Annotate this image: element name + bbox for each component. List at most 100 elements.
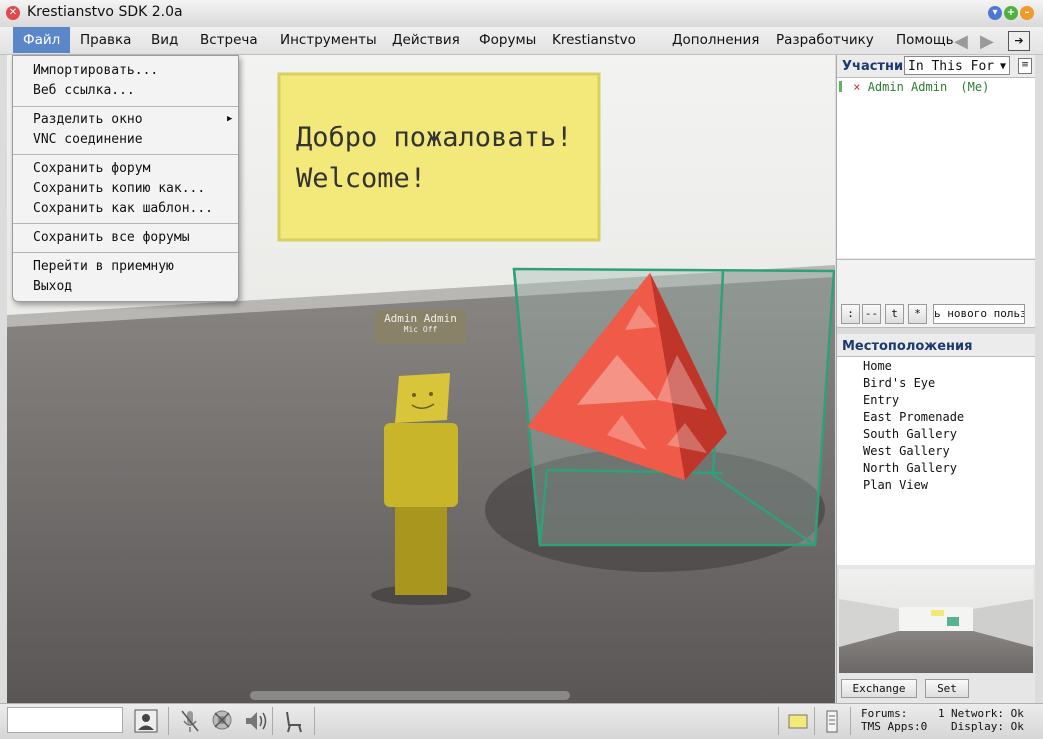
camera-preview[interactable] — [839, 569, 1033, 673]
maximize-icon[interactable]: + — [1004, 6, 1018, 20]
menu-view[interactable]: Вид — [141, 27, 188, 53]
menu-item-exit[interactable]: Выход — [33, 279, 72, 294]
window-title: Krestianstvo SDK 2.0a — [27, 4, 183, 20]
separator — [850, 707, 851, 735]
location-home[interactable]: Home — [863, 359, 892, 373]
forums-label: Forums: — [861, 707, 908, 720]
location-east-promenade[interactable]: East Promenade — [863, 410, 964, 424]
list-options-icon[interactable]: ≡ — [1018, 58, 1032, 74]
display-status: Display: Ok — [951, 720, 1037, 733]
speaker-icon[interactable] — [242, 707, 270, 735]
sign-line-en: Welcome! — [296, 163, 427, 194]
menu-forums[interactable]: Форумы — [469, 27, 546, 53]
menu-tools[interactable]: Инструменты — [270, 27, 387, 53]
chat-colon-button[interactable]: : — [841, 304, 860, 324]
locations-header-bar: Местоположения — [837, 334, 1035, 356]
menu-help[interactable]: Помощь — [886, 27, 964, 53]
avatar-settings-icon[interactable] — [132, 707, 160, 735]
shade-icon[interactable]: – — [1020, 6, 1034, 20]
horizontal-scrollbar[interactable] — [250, 691, 570, 700]
chat-text-button[interactable]: t — [885, 304, 904, 324]
list-item[interactable]: × Admin Admin (Me) — [839, 80, 989, 94]
participants-header-bar: Участники In This For ▼ ≡ — [837, 55, 1035, 78]
back-icon[interactable]: ◀ — [954, 31, 968, 52]
locations-list: Home Bird's Eye Entry East Promenade Sou… — [837, 356, 1035, 565]
chevron-down-icon: ▼ — [999, 61, 1006, 72]
forward-icon[interactable]: ▶ — [980, 31, 994, 52]
presence-bar-icon — [839, 81, 842, 92]
menu-addons[interactable]: Дополнения — [662, 27, 769, 53]
menu-bar: Файл Правка Вид Встреча Инструменты Дейс… — [0, 27, 1043, 55]
separator — [272, 707, 273, 735]
menu-separator — [13, 154, 238, 155]
chat-star-button[interactable]: * — [908, 304, 927, 324]
menu-separator — [13, 106, 238, 107]
webcam-off-icon[interactable] — [208, 707, 236, 735]
sign-line-ru: Добро пожаловать! — [296, 122, 573, 153]
menu-item-vnc[interactable]: VNC соединение — [33, 132, 143, 147]
document-list-icon[interactable] — [818, 707, 846, 735]
remove-user-icon[interactable]: × — [853, 80, 860, 94]
exit-arrow-icon[interactable]: ➔ — [1008, 31, 1030, 51]
tms-apps-count: TMS Apps:0 — [861, 720, 927, 733]
menu-separator — [13, 223, 238, 224]
separator — [814, 707, 815, 735]
network-label: Network: — [951, 707, 1004, 720]
tms-label: TMS Apps: — [861, 720, 921, 733]
network-value: Ok — [1010, 707, 1024, 720]
location-entry[interactable]: Entry — [863, 393, 899, 407]
participant-tag: (Me) — [960, 80, 990, 94]
search-input[interactable] — [7, 707, 123, 733]
avatar-mic-status: Mic Off — [403, 325, 438, 334]
sit-chair-icon[interactable] — [280, 707, 308, 735]
menu-item-go-lobby[interactable]: Перейти в приемную — [33, 259, 174, 274]
location-west-gallery[interactable]: West Gallery — [863, 444, 950, 458]
sign-text: Добро пожаловать! Welcome! — [296, 117, 572, 199]
menu-file[interactable]: Файл — [13, 27, 71, 53]
scope-select-value: In This For — [908, 59, 995, 74]
scope-select[interactable]: In This For ▼ — [904, 56, 1010, 75]
set-button[interactable]: Set — [925, 679, 969, 698]
display-value: Ok — [1010, 720, 1024, 733]
exchange-button[interactable]: Exchange — [841, 679, 917, 698]
location-plan-view[interactable]: Plan View — [863, 478, 928, 492]
menu-item-save-copy[interactable]: Сохранить копию как... — [33, 181, 205, 196]
avatar-name-label: Admin Admin Mic Off — [375, 312, 466, 334]
participants-list: × Admin Admin (Me) — [837, 78, 1035, 258]
menu-item-web-link[interactable]: Веб ссылка... — [33, 83, 135, 98]
separator — [168, 707, 169, 735]
file-dropdown-menu: Импортировать... Веб ссылка... Разделить… — [12, 55, 239, 302]
menu-item-save-template[interactable]: Сохранить как шаблон... — [33, 201, 213, 216]
close-window-icon[interactable]: ✕ — [6, 6, 20, 20]
menu-developer[interactable]: Разработчику — [766, 27, 884, 53]
menu-item-import[interactable]: Импортировать... — [33, 63, 158, 78]
menu-item-split-window[interactable]: Разделить окно — [33, 112, 143, 127]
preview-graphics — [839, 599, 1033, 647]
location-birds-eye[interactable]: Bird's Eye — [863, 376, 935, 390]
display-label: Display: — [951, 720, 1004, 733]
menu-krestianstvo[interactable]: Krestianstvo — [542, 27, 646, 53]
location-north-gallery[interactable]: North Gallery — [863, 461, 957, 475]
menu-separator — [13, 252, 238, 253]
chat-dash-button[interactable]: -- — [862, 304, 881, 324]
sticky-note-icon[interactable] — [784, 707, 812, 735]
menu-edit[interactable]: Правка — [70, 27, 141, 53]
participant-name: Admin Admin — [867, 80, 948, 94]
menu-item-save-all[interactable]: Сохранить все форумы — [33, 230, 190, 245]
minimize-icon[interactable]: ▾ — [988, 6, 1002, 20]
microphone-muted-icon[interactable] — [176, 707, 204, 735]
menu-meeting[interactable]: Встреча — [190, 27, 268, 53]
location-south-gallery[interactable]: South Gallery — [863, 427, 957, 441]
separator — [778, 707, 779, 735]
menu-actions[interactable]: Действия — [382, 27, 470, 53]
tms-value: 0 — [920, 720, 928, 733]
avatar-name: Admin Admin — [384, 312, 457, 325]
locations-header: Местоположения — [842, 339, 973, 354]
network-status: Network: Ok — [951, 707, 1037, 720]
separator — [314, 707, 315, 735]
status-bar: Forums: 1 TMS Apps:0 Network: Ok Display… — [0, 703, 1043, 739]
menu-item-save-forum[interactable]: Сохранить форум — [33, 161, 150, 176]
new-user-input[interactable]: ь нового пользо — [933, 304, 1025, 324]
submenu-arrow-icon: ▶ — [227, 114, 233, 124]
forums-value: 1 — [937, 707, 945, 720]
